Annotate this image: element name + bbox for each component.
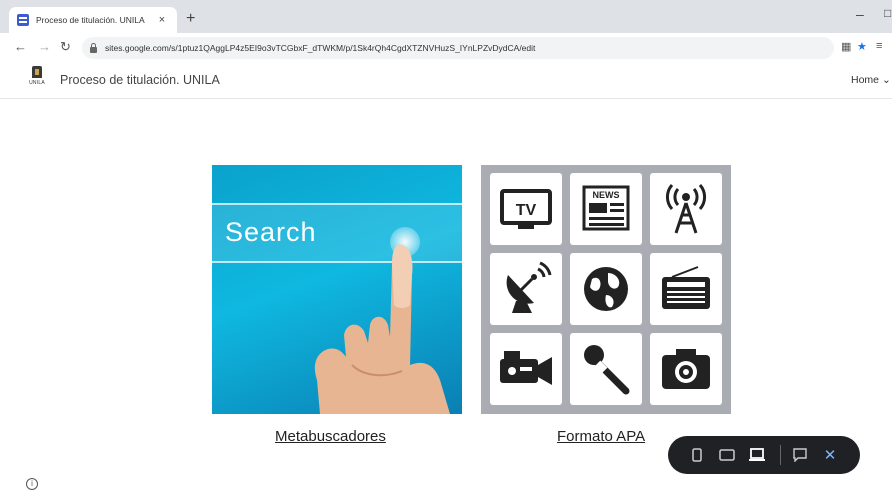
- preview-device-toolbar: ✕: [668, 436, 860, 474]
- pointing-hand-icon: [314, 244, 450, 414]
- browser-toolbar: ← → ↻ sites.google.com/s/1ptuz1QAggLP4z5…: [0, 33, 892, 63]
- microphone-cell: [570, 333, 642, 405]
- laptop-preview-icon[interactable]: [744, 445, 770, 465]
- radio-tower-icon: [665, 184, 707, 234]
- nav-home[interactable]: Home ⌄: [851, 74, 891, 86]
- reload-icon[interactable]: ↻: [60, 39, 71, 55]
- metabuscadores-link[interactable]: Metabuscadores: [275, 428, 386, 445]
- chevron-down-icon: ⌄: [881, 74, 891, 86]
- radio-tower-cell: [650, 173, 722, 245]
- logo-label: UNILA: [29, 80, 45, 86]
- globe-cell: [570, 253, 642, 325]
- window-minimize-button[interactable]: –: [856, 6, 864, 22]
- toolbar-divider: [780, 445, 781, 465]
- forward-icon[interactable]: →: [38, 39, 51, 54]
- unila-logo[interactable]: UNILA: [28, 66, 46, 94]
- video-camera-icon: [500, 351, 552, 385]
- feedback-icon[interactable]: [787, 445, 813, 465]
- radio-icon: [662, 266, 710, 309]
- new-tab-button[interactable]: +: [186, 10, 195, 28]
- globe-icon: [584, 267, 628, 311]
- nav-home-label: Home: [851, 74, 880, 86]
- browser-tab[interactable]: Proceso de titulación. UNILA ×: [9, 7, 177, 33]
- tv-label: TV: [516, 202, 537, 219]
- logo-emblem-icon: [32, 66, 42, 78]
- microphone-icon: [584, 345, 630, 395]
- close-icon[interactable]: ✕: [817, 446, 843, 464]
- news-label: NEWS: [593, 190, 620, 200]
- url-text: sites.google.com/s/1ptuz1QAggLP4z5EI9o3v…: [105, 43, 536, 53]
- metabuscadores-image[interactable]: Search: [212, 165, 462, 414]
- back-icon[interactable]: ←: [14, 39, 27, 54]
- satellite-dish-icon: [506, 261, 552, 313]
- formato-apa-link[interactable]: Formato APA: [557, 428, 645, 445]
- tv-cell: TV: [490, 173, 562, 245]
- formato-apa-image[interactable]: TV NEWS: [481, 165, 731, 414]
- newspaper-icon: NEWS: [582, 185, 630, 231]
- info-icon[interactable]: i: [26, 478, 38, 490]
- tab-close-button[interactable]: ×: [155, 14, 169, 26]
- site-title[interactable]: Proceso de titulación. UNILA: [60, 73, 220, 87]
- address-bar[interactable]: sites.google.com/s/1ptuz1QAggLP4z5EI9o3v…: [82, 37, 834, 59]
- browser-tab-strip: Proceso de titulación. UNILA × + – □: [0, 0, 892, 33]
- window-maximize-button[interactable]: □: [884, 6, 891, 20]
- satellite-cell: [490, 253, 562, 325]
- translate-icon[interactable]: ▦: [841, 40, 851, 53]
- tab-title: Proceso de titulación. UNILA: [36, 15, 145, 25]
- camera-cell: [650, 333, 722, 405]
- tablet-preview-icon[interactable]: [714, 445, 740, 465]
- reading-list-icon[interactable]: ≡: [876, 40, 882, 52]
- radio-cell: [650, 253, 722, 325]
- camera-icon: [662, 349, 710, 389]
- tv-icon: TV: [500, 189, 552, 229]
- sites-favicon-icon: [17, 14, 29, 26]
- site-header: UNILA Proceso de titulación. UNILA Home …: [0, 63, 892, 99]
- phone-preview-icon[interactable]: [684, 445, 710, 465]
- video-camera-cell: [490, 333, 562, 405]
- bookmark-star-icon[interactable]: ★: [857, 40, 867, 53]
- lock-icon[interactable]: [90, 42, 97, 53]
- newspaper-cell: NEWS: [570, 173, 642, 245]
